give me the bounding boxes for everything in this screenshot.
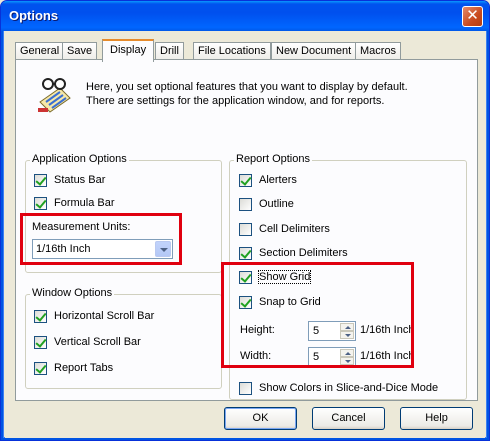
- outline-checkbox[interactable]: [239, 198, 252, 211]
- grid-options-highlight: [221, 262, 414, 368]
- measurement-units-highlight: [20, 213, 182, 265]
- close-icon: ✕: [466, 7, 479, 24]
- window-options-title: Window Options: [30, 287, 115, 299]
- ok-button[interactable]: OK: [224, 407, 297, 430]
- intro-text: Here, you set optional features that you…: [86, 80, 466, 108]
- close-button[interactable]: ✕: [462, 6, 483, 27]
- title-bar[interactable]: Options ✕: [1, 1, 489, 31]
- section-delimiters-checkbox[interactable]: [239, 247, 252, 260]
- window-options-group: Window Options Horizontal Scroll Bar Ver…: [25, 287, 222, 389]
- dialog-client: General Save Display Drill File Location…: [5, 31, 485, 438]
- horizontal-scroll-bar-checkbox[interactable]: [34, 310, 47, 323]
- cell-delimiters-label: Cell Delimiters: [259, 223, 330, 235]
- options-dialog: Options ✕ General Save Display Drill Fil…: [0, 0, 490, 441]
- status-bar-checkbox[interactable]: [34, 174, 47, 187]
- status-bar-label: Status Bar: [54, 174, 106, 186]
- application-options-title: Application Options: [30, 153, 129, 165]
- report-tabs-checkbox[interactable]: [34, 362, 47, 375]
- tab-display[interactable]: Display: [102, 39, 155, 62]
- horizontal-scroll-bar-label: Horizontal Scroll Bar: [54, 310, 155, 322]
- cell-delimiters-checkbox[interactable]: [239, 223, 252, 236]
- report-options-title: Report Options: [234, 153, 312, 165]
- show-colors-label: Show Colors in Slice-and-Dice Mode: [259, 382, 439, 394]
- alerters-label: Alerters: [259, 174, 297, 186]
- report-tabs-label: Report Tabs: [54, 362, 114, 374]
- display-tab-panel: Here, you set optional features that you…: [15, 59, 478, 401]
- intro-line-2: There are settings for the application w…: [86, 95, 385, 107]
- window-title: Options: [9, 8, 59, 23]
- display-settings-icon: [38, 78, 71, 113]
- vertical-scroll-bar-label: Vertical Scroll Bar: [54, 336, 141, 348]
- alerters-checkbox[interactable]: [239, 174, 252, 187]
- formula-bar-label: Formula Bar: [54, 197, 115, 209]
- cancel-button[interactable]: Cancel: [312, 407, 385, 430]
- show-colors-checkbox[interactable]: [239, 382, 252, 395]
- outline-label: Outline: [259, 198, 294, 210]
- formula-bar-checkbox[interactable]: [34, 197, 47, 210]
- vertical-scroll-bar-checkbox[interactable]: [34, 336, 47, 349]
- help-button[interactable]: Help: [400, 407, 473, 430]
- intro-line-1: Here, you set optional features that you…: [86, 81, 408, 93]
- section-delimiters-label: Section Delimiters: [259, 247, 348, 259]
